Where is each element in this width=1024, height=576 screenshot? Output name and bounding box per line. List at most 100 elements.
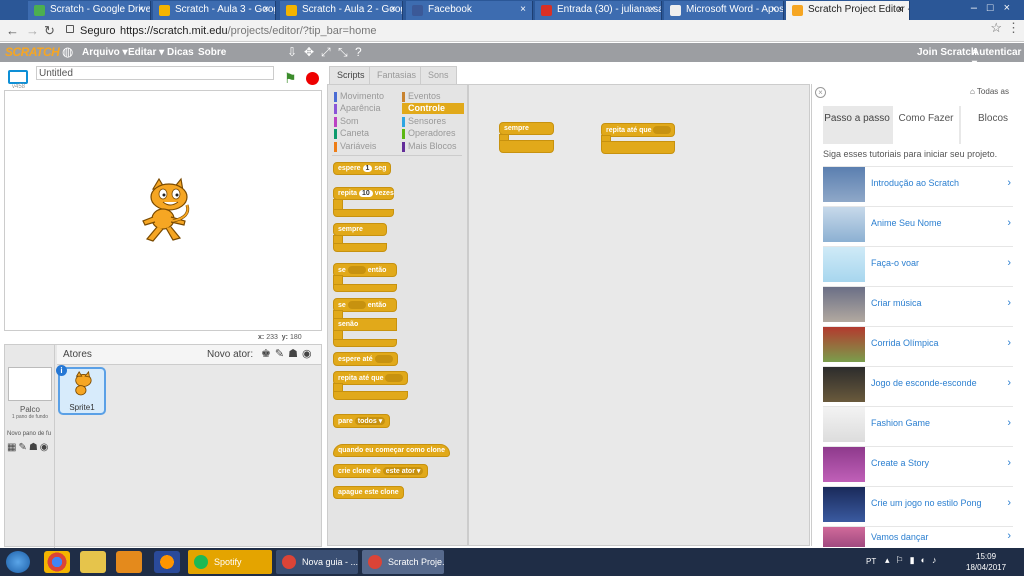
browser-tab-active[interactable]: Scratch Project Editor - × [786,1,910,20]
tutorial-item[interactable]: Vamos dançar › [823,526,1013,547]
tutorial-item[interactable]: Corrida Olímpica › [823,326,1013,362]
scratch-logo[interactable]: SCRATCH [5,45,60,59]
category-looks[interactable]: Aparência [334,103,398,114]
category-sound[interactable]: Som [334,116,398,127]
sign-in-link[interactable]: Autenticar ▾ [972,47,1024,69]
tab-costumes[interactable]: Fantasias [369,66,425,84]
script-repeat-until-block[interactable]: repita até que [601,123,675,137]
green-flag-icon[interactable]: ⚑ [284,70,297,87]
chevron-right-icon: › [1007,457,1011,469]
close-icon[interactable]: × [649,4,655,15]
browser-tab[interactable]: Scratch - Google Drive × [28,1,151,20]
scratch-cat-thumb [75,371,92,396]
menu-sobre[interactable]: Sobre [198,47,226,58]
taskbar-scratch-window[interactable]: Scratch Proje... [362,550,444,574]
block-delete-clone[interactable]: apague este clone [333,486,404,499]
project-title-input[interactable] [36,66,274,80]
reload-icon[interactable]: ↻ [44,23,55,39]
browser-tab[interactable]: Facebook × [406,1,533,20]
tutorial-item[interactable]: Anime Seu Nome › [823,206,1013,242]
category-variables[interactable]: Variáveis [334,141,398,152]
star-icon[interactable]: ☆ [990,20,1002,36]
category-motion[interactable]: Movimento [334,91,398,102]
tutorial-thumbnail [823,327,865,362]
more-icon[interactable]: ⋮ [1007,20,1020,36]
tutorial-item[interactable]: Crie um jogo no estilo Pong › [823,486,1013,522]
category-more-blocks[interactable]: Mais Blocos [402,141,464,152]
tutorial-item[interactable]: Introdução ao Scratch › [823,166,1013,202]
menu-dicas[interactable]: Dicas [167,47,194,58]
browser-tab[interactable]: Microsoft Word - Apost × [664,1,784,20]
start-button[interactable] [6,551,30,573]
block-when-clone[interactable]: quando eu começar como clone [333,444,450,457]
block-wait-until[interactable]: espere até [333,352,398,366]
language-indicator[interactable]: PT [866,557,876,566]
close-icon[interactable]: × [520,4,526,15]
category-pen[interactable]: Caneta [334,128,398,139]
block-wait[interactable]: espere 1 seg [333,162,392,175]
presentation-mode-icon[interactable] [8,70,28,84]
taskbar-spotify[interactable]: Spotify [188,550,272,574]
tray-icons[interactable]: ▴⚐▮◐♪ [885,555,942,566]
close-icon[interactable]: × [138,4,144,15]
category-events[interactable]: Eventos [402,91,464,102]
new-sprite-tools[interactable]: ♚✎☗◉ [261,347,316,360]
firefox-icon[interactable] [154,551,180,573]
shrink-icon[interactable]: ⤡ [338,45,348,60]
window-controls[interactable]: –□× [971,2,1020,14]
block-repeat-until[interactable]: repita até que [333,371,408,385]
close-icon[interactable]: × [771,4,777,15]
category-operators[interactable]: Operadores [402,128,464,139]
browser-tab[interactable]: Scratch - Aula 3 - Googl × [153,1,276,20]
block-create-clone[interactable]: crie clone de este ator ▾ [333,464,429,478]
tutorial-item[interactable]: Create a Story › [823,446,1013,482]
close-icon[interactable]: × [897,4,903,15]
help-icon[interactable]: ? [355,45,362,59]
tab-step-by-step[interactable]: Passo a passo [823,106,891,144]
chevron-right-icon: › [1007,217,1011,229]
folder-icon[interactable] [80,551,106,573]
taskbar-chrome-window[interactable]: Nova guia - ... [276,550,358,574]
url-input[interactable]: Seguro https://scratch.mit.edu/projects/… [62,22,1008,40]
join-scratch-link[interactable]: Join Scratch [917,47,977,58]
tips-close-icon[interactable]: × [815,87,826,98]
grow-icon[interactable]: ⤢ [321,45,331,60]
chevron-right-icon: › [1007,297,1011,309]
menu-arquivo[interactable]: Arquivo ▾ [82,47,128,58]
tutorial-item[interactable]: Faça-o voar › [823,246,1013,282]
stage-canvas[interactable] [4,90,322,331]
browser-tab[interactable]: Scratch - Aula 2 - Googl × [280,1,403,20]
menu-editar[interactable]: Editar ▾ [128,47,164,58]
close-icon[interactable]: × [263,4,269,15]
scratch-cat-sprite[interactable] [133,177,203,247]
close-icon[interactable]: × [390,4,396,15]
chrome-icon[interactable] [44,551,70,573]
stage-thumbnail[interactable] [8,367,52,401]
tab-how-to[interactable]: Como Fazer [893,106,959,144]
stop-icon[interactable] [306,72,319,85]
tab-scripts[interactable]: Scripts [329,66,373,84]
browser-tab[interactable]: Entrada (30) - juliana.sa × [535,1,662,20]
duplicate-icon[interactable]: ⇩ [287,45,297,59]
forward-arrow-icon[interactable]: → [26,23,39,38]
tips-home[interactable]: ⌂ Todas as [970,87,1009,96]
category-control[interactable]: Controle [402,103,464,114]
globe-icon[interactable]: ◍ [62,44,73,60]
category-sensing[interactable]: Sensores [402,116,464,127]
sprite-info-icon[interactable]: i [56,365,67,376]
tutorial-item[interactable]: Jogo de esconde-esconde › [823,366,1013,402]
script-area[interactable]: sempre repita até que [468,84,810,546]
tutorial-item[interactable]: Criar música › [823,286,1013,322]
tab-sounds[interactable]: Sons [420,66,457,84]
tips-tabs: Passo a passo Como Fazer Blocos [823,106,1024,144]
new-backdrop-tools[interactable]: ▦✎☗◉ [7,442,51,453]
tutorial-item[interactable]: Fashion Game › [823,406,1013,442]
tutorial-thumbnail [823,447,865,482]
delete-icon[interactable]: ✥ [304,45,314,59]
back-arrow-icon[interactable]: ← [6,23,19,38]
tab-blocks[interactable]: Blocos [961,106,1024,144]
media-player-icon[interactable] [116,551,142,573]
clock[interactable]: 15:09 18/04/2017 [966,551,1006,573]
mail-icon [541,5,552,16]
block-stop[interactable]: pare todos ▾ [333,414,391,428]
